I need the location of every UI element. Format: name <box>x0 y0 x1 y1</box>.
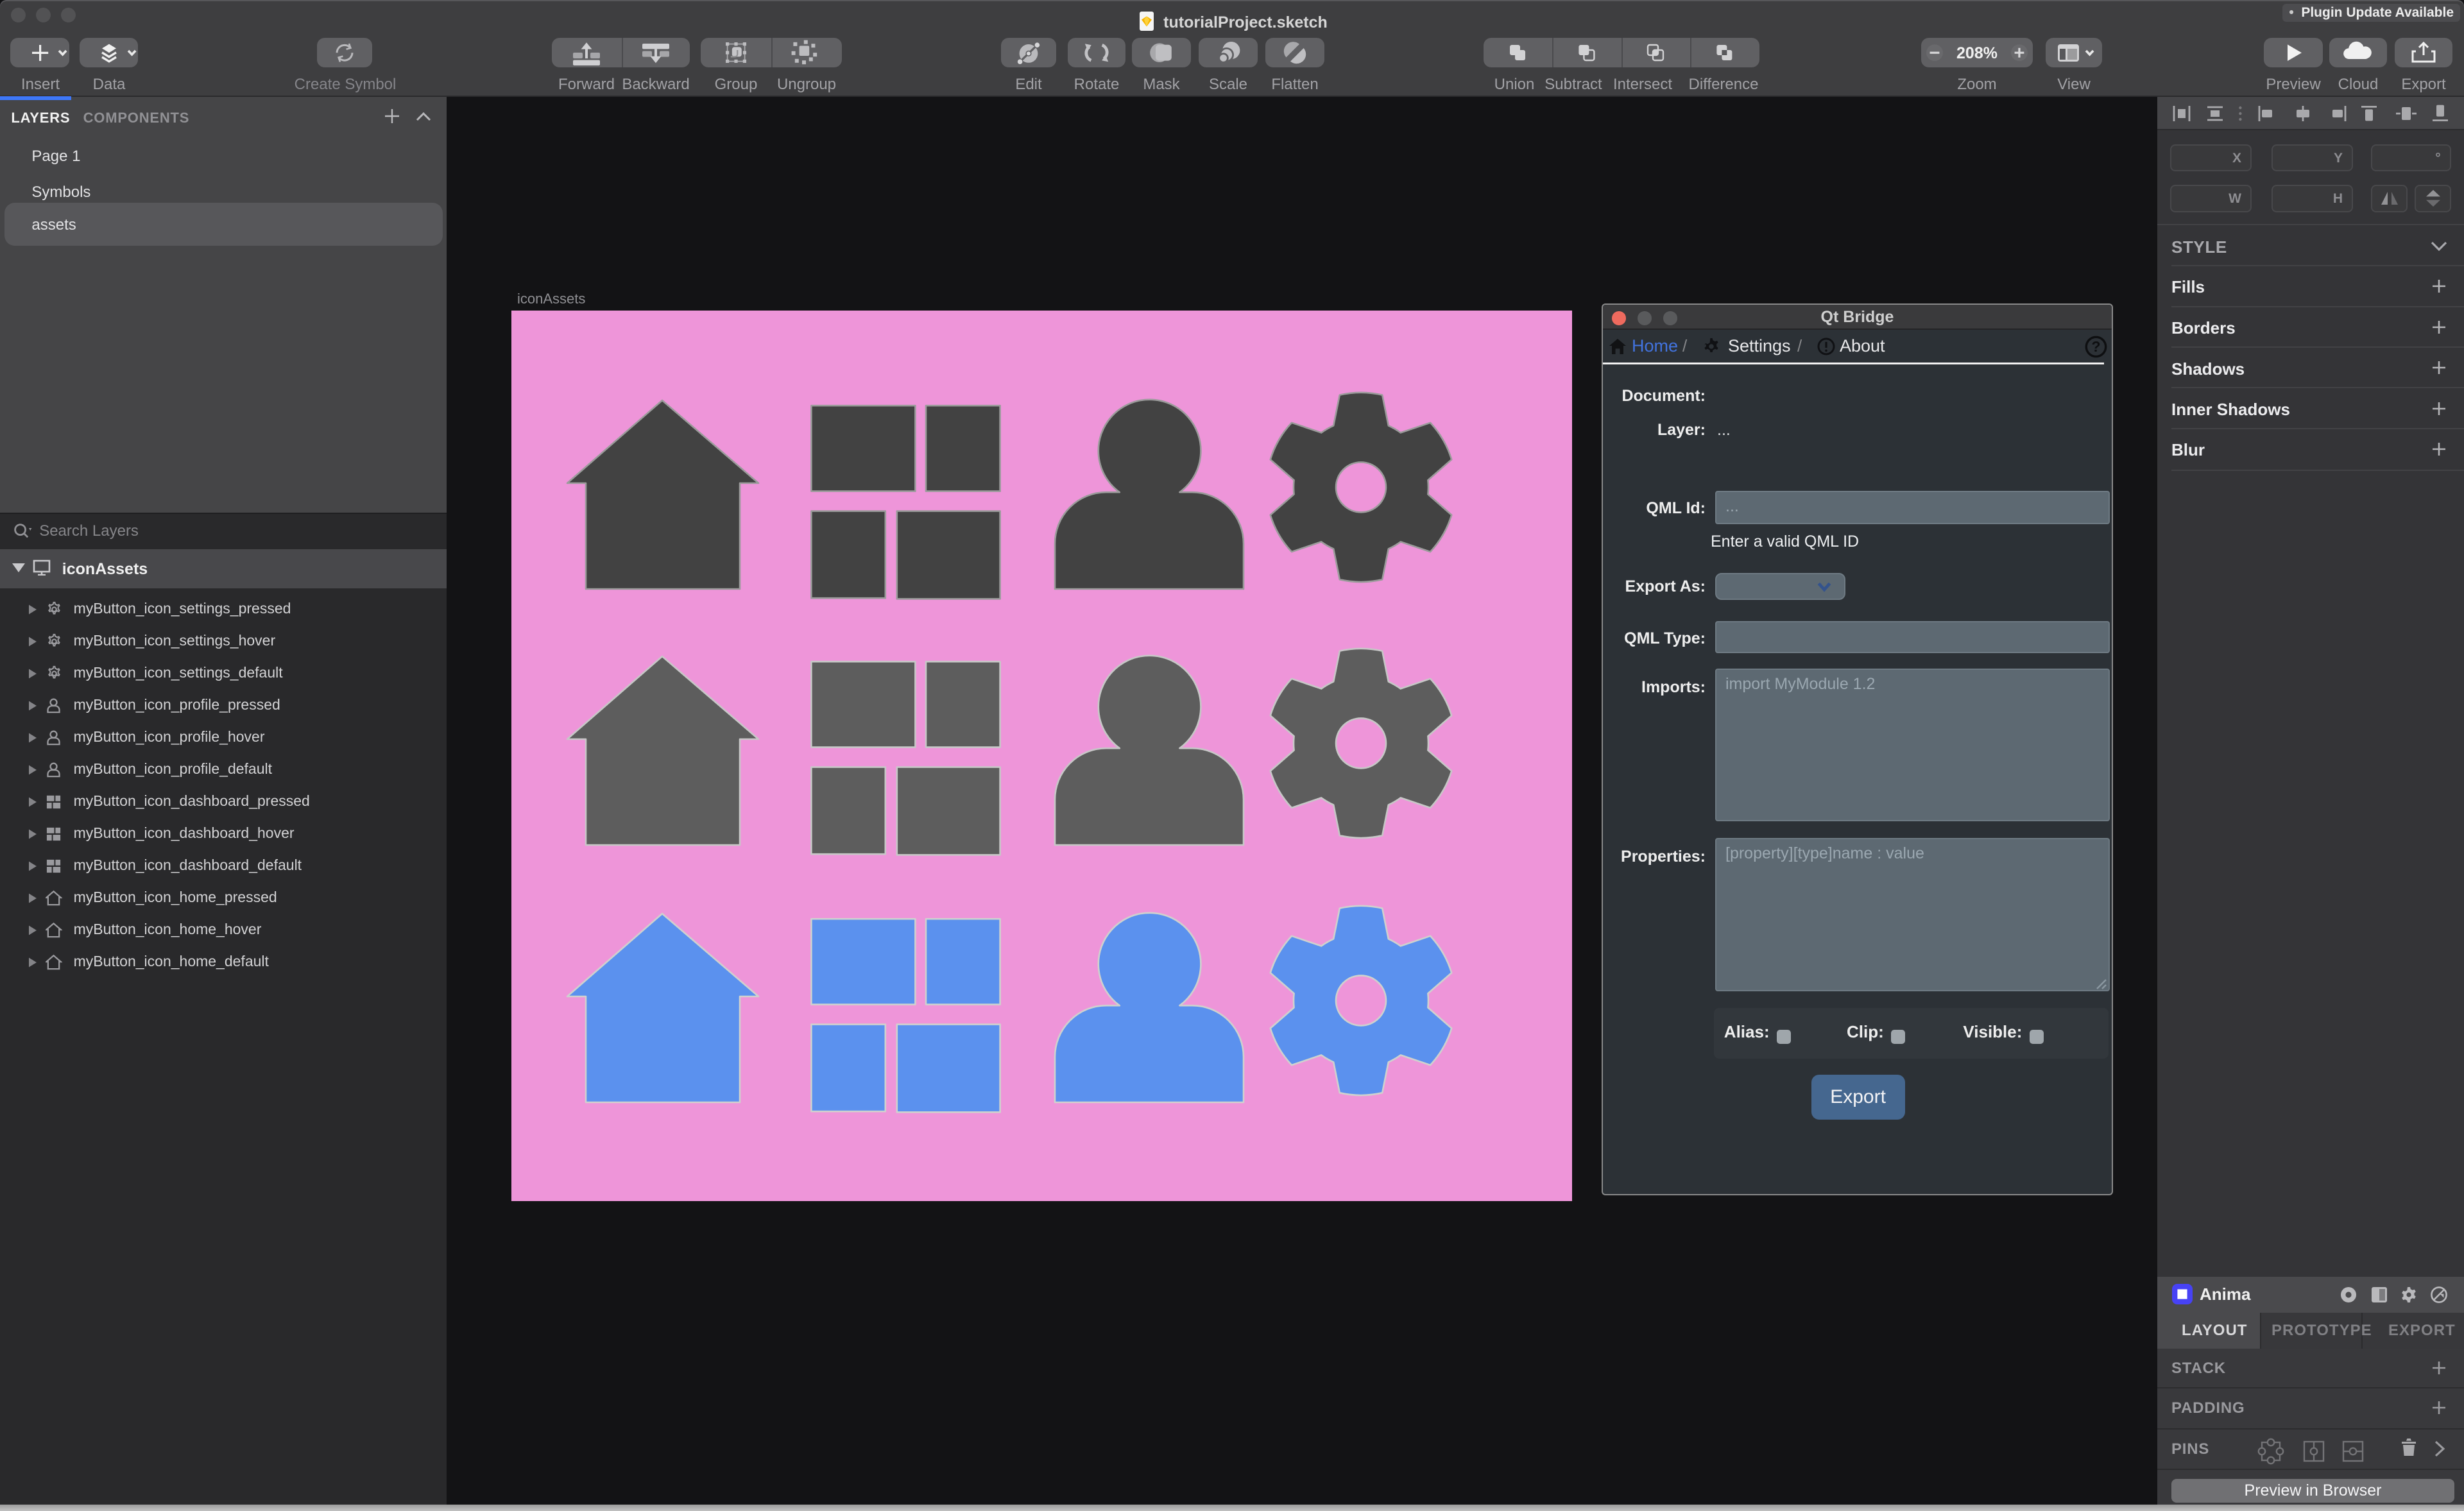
svg-text:208%: 208% <box>1956 44 1998 62</box>
svg-text:?: ? <box>2091 338 2100 355</box>
